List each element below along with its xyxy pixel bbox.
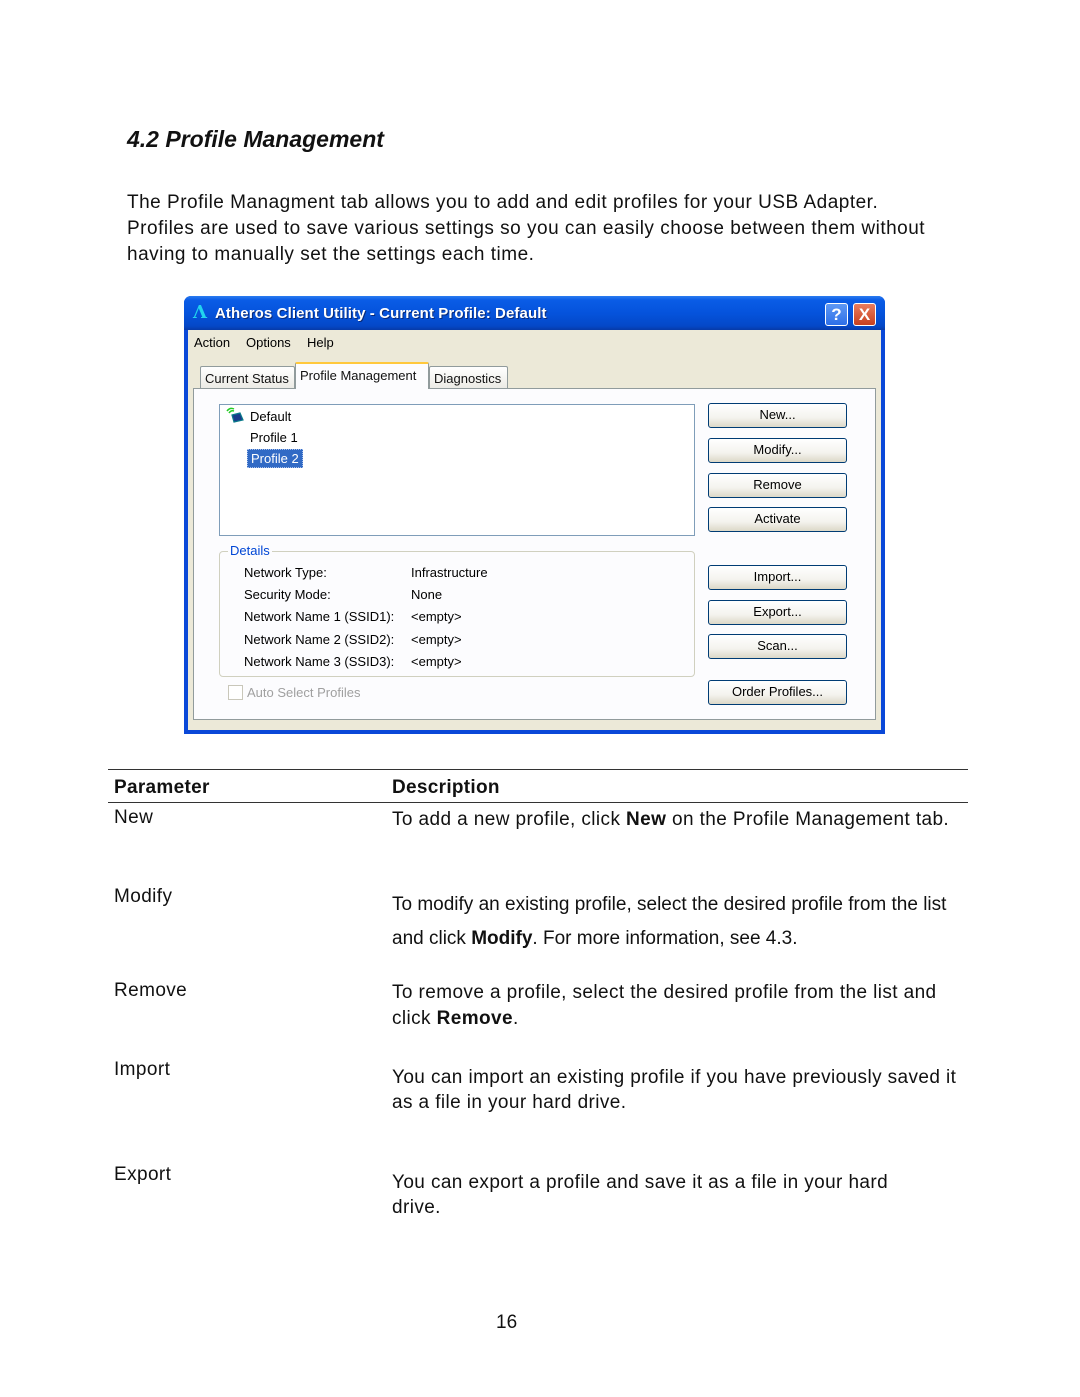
new-button[interactable]: New... — [708, 403, 847, 428]
page-number: 16 — [496, 1312, 518, 1333]
scan-button[interactable]: Scan... — [708, 634, 847, 659]
network-type-label: Network Type: — [244, 565, 327, 580]
desc-text: You can export a profile and save it as … — [392, 1172, 889, 1218]
atheros-logo-icon: Λ — [193, 302, 207, 323]
desc-bold: New — [626, 809, 667, 830]
param-export: Export — [114, 1164, 172, 1185]
close-button[interactable]: X — [853, 303, 876, 326]
menu-help[interactable]: Help — [307, 335, 334, 350]
atheros-client-utility-window: Λ Atheros Client Utility - Current Profi… — [184, 296, 885, 734]
checkbox-box[interactable] — [228, 685, 243, 700]
desc-export: You can export a profile and save it as … — [392, 1170, 932, 1220]
import-button[interactable]: Import... — [708, 565, 847, 590]
window-title: Atheros Client Utility - Current Profile… — [215, 305, 547, 322]
client-area: Action Options Help Current Status Profi… — [188, 330, 881, 730]
desc-bold: Remove — [436, 1008, 513, 1029]
details-label: Details — [228, 543, 272, 558]
security-mode-label: Security Mode: — [244, 587, 331, 602]
export-button[interactable]: Export... — [708, 600, 847, 625]
header-parameter: Parameter — [114, 777, 210, 798]
table-header-rule — [108, 802, 968, 803]
profile-management-panel: Default Profile 1 Profile 2 Details Netw… — [193, 388, 876, 720]
activate-button[interactable]: Activate — [708, 507, 847, 532]
intro-paragraph: The Profile Managment tab allows you to … — [127, 192, 926, 265]
tab-diagnostics[interactable]: Diagnostics — [429, 366, 508, 388]
security-mode-value: None — [411, 587, 443, 602]
menu-bar: Action Options Help — [188, 330, 881, 352]
header-description: Description — [392, 777, 500, 798]
desc-text: You can import an existing profile if yo… — [392, 1067, 957, 1113]
profile-item-profile-1[interactable]: Profile 1 — [247, 429, 301, 446]
profile-list[interactable]: Default Profile 1 Profile 2 — [219, 404, 695, 536]
modify-button[interactable]: Modify... — [708, 438, 847, 463]
desc-text: . For more information, see 4.3. — [532, 928, 798, 949]
ssid2-label: Network Name 2 (SSID2): — [244, 632, 395, 647]
ssid1-label: Network Name 1 (SSID1): — [244, 609, 395, 624]
desc-bold: Modify — [471, 928, 533, 949]
param-modify: Modify — [114, 886, 173, 907]
param-import: Import — [114, 1059, 171, 1080]
profile-item-profile-2[interactable]: Profile 2 — [247, 449, 303, 468]
ssid3-label: Network Name 3 (SSID3): — [244, 654, 395, 669]
menu-options[interactable]: Options — [246, 335, 291, 350]
help-button[interactable]: ? — [825, 303, 848, 326]
profile-item-default[interactable]: Default — [247, 408, 294, 425]
desc-text: To add a new profile, click — [392, 809, 627, 830]
desc-text: . — [512, 1008, 519, 1029]
active-profile-icon — [226, 407, 244, 423]
desc-import: You can import an existing profile if yo… — [392, 1065, 972, 1115]
tab-current-status[interactable]: Current Status — [200, 366, 295, 388]
desc-text: on the Profile Management tab. — [666, 809, 950, 830]
ssid1-value: <empty> — [411, 609, 462, 624]
order-profiles-button[interactable]: Order Profiles... — [708, 680, 847, 705]
menu-action[interactable]: Action — [194, 335, 230, 350]
table-top-rule — [108, 769, 968, 770]
auto-select-profiles-label: Auto Select Profiles — [247, 685, 361, 700]
tab-profile-management[interactable]: Profile Management — [295, 362, 429, 389]
ssid3-value: <empty> — [411, 654, 462, 669]
auto-select-profiles-checkbox[interactable]: Auto Select Profiles — [228, 685, 360, 700]
desc-new: To add a new profile, click New on the P… — [392, 807, 972, 833]
network-type-value: Infrastructure — [411, 565, 488, 580]
param-remove: Remove — [114, 980, 188, 1001]
details-group: Details Network Type: Infrastructure Sec… — [219, 543, 695, 677]
param-new: New — [114, 807, 154, 828]
ssid2-value: <empty> — [411, 632, 462, 647]
remove-button[interactable]: Remove — [708, 473, 847, 498]
desc-modify: To modify an existing profile, select th… — [392, 888, 962, 956]
desc-remove: To remove a profile, select the desired … — [392, 980, 972, 1032]
title-bar[interactable]: Λ Atheros Client Utility - Current Profi… — [184, 296, 885, 330]
section-heading: 4.2 Profile Management — [127, 126, 384, 152]
